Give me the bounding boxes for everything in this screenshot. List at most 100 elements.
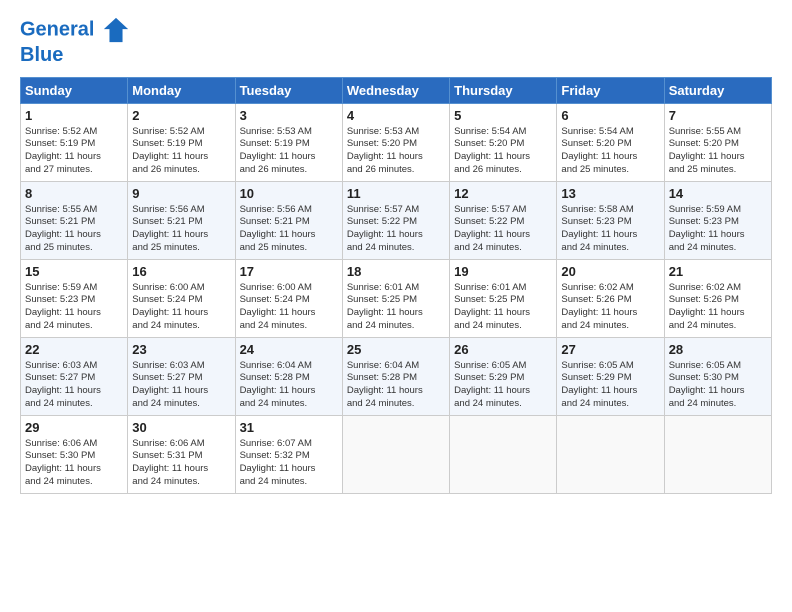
- day-number: 4: [347, 107, 445, 125]
- day-number: 9: [132, 185, 230, 203]
- cell-line: Daylight: 11 hours: [669, 307, 767, 320]
- cell-line: Sunset: 5:29 PM: [561, 372, 659, 385]
- cell-line: Daylight: 11 hours: [25, 307, 123, 320]
- calendar-cell: 1Sunrise: 5:52 AMSunset: 5:19 PMDaylight…: [21, 104, 128, 182]
- cell-line: and 24 minutes.: [561, 242, 659, 255]
- cell-line: Sunrise: 6:06 AM: [25, 438, 123, 451]
- cell-line: and 24 minutes.: [25, 476, 123, 489]
- day-number: 31: [240, 419, 338, 437]
- cell-line: Sunrise: 5:56 AM: [132, 204, 230, 217]
- calendar-cell: 28Sunrise: 6:05 AMSunset: 5:30 PMDayligh…: [664, 338, 771, 416]
- calendar-cell: 29Sunrise: 6:06 AMSunset: 5:30 PMDayligh…: [21, 416, 128, 494]
- cell-line: Sunset: 5:24 PM: [132, 294, 230, 307]
- calendar-cell: 5Sunrise: 5:54 AMSunset: 5:20 PMDaylight…: [450, 104, 557, 182]
- cell-line: Daylight: 11 hours: [347, 229, 445, 242]
- cell-line: and 24 minutes.: [25, 398, 123, 411]
- cell-line: Sunrise: 6:04 AM: [240, 360, 338, 373]
- cell-line: and 25 minutes.: [240, 242, 338, 255]
- calendar-cell: [342, 416, 449, 494]
- day-number: 25: [347, 341, 445, 359]
- cell-line: Sunrise: 6:04 AM: [347, 360, 445, 373]
- day-number: 6: [561, 107, 659, 125]
- cell-line: and 26 minutes.: [132, 164, 230, 177]
- cell-line: and 24 minutes.: [454, 320, 552, 333]
- day-number: 11: [347, 185, 445, 203]
- logo-icon: [102, 16, 130, 44]
- day-number: 16: [132, 263, 230, 281]
- cell-line: Sunrise: 5:57 AM: [454, 204, 552, 217]
- cell-line: Sunrise: 6:00 AM: [132, 282, 230, 295]
- cell-line: Daylight: 11 hours: [669, 229, 767, 242]
- calendar-cell: 25Sunrise: 6:04 AMSunset: 5:28 PMDayligh…: [342, 338, 449, 416]
- cell-line: and 24 minutes.: [132, 398, 230, 411]
- cell-line: and 24 minutes.: [669, 398, 767, 411]
- weekday-header-monday: Monday: [128, 78, 235, 104]
- cell-line: and 24 minutes.: [561, 320, 659, 333]
- cell-line: Daylight: 11 hours: [25, 385, 123, 398]
- cell-line: Sunrise: 5:55 AM: [669, 126, 767, 139]
- cell-line: Daylight: 11 hours: [669, 385, 767, 398]
- day-number: 21: [669, 263, 767, 281]
- calendar-cell: 24Sunrise: 6:04 AMSunset: 5:28 PMDayligh…: [235, 338, 342, 416]
- cell-line: Sunset: 5:30 PM: [669, 372, 767, 385]
- day-number: 26: [454, 341, 552, 359]
- cell-line: Sunrise: 5:59 AM: [25, 282, 123, 295]
- cell-line: Sunrise: 6:03 AM: [132, 360, 230, 373]
- cell-line: and 24 minutes.: [347, 398, 445, 411]
- cell-line: Daylight: 11 hours: [561, 229, 659, 242]
- cell-line: Sunset: 5:25 PM: [454, 294, 552, 307]
- cell-line: Sunset: 5:30 PM: [25, 450, 123, 463]
- cell-line: Sunrise: 6:00 AM: [240, 282, 338, 295]
- day-number: 17: [240, 263, 338, 281]
- cell-line: and 24 minutes.: [132, 320, 230, 333]
- cell-line: Sunset: 5:26 PM: [561, 294, 659, 307]
- calendar-table: SundayMondayTuesdayWednesdayThursdayFrid…: [20, 77, 772, 494]
- calendar-cell: 23Sunrise: 6:03 AMSunset: 5:27 PMDayligh…: [128, 338, 235, 416]
- weekday-header-sunday: Sunday: [21, 78, 128, 104]
- weekday-header-saturday: Saturday: [664, 78, 771, 104]
- calendar-cell: 21Sunrise: 6:02 AMSunset: 5:26 PMDayligh…: [664, 260, 771, 338]
- cell-line: Daylight: 11 hours: [454, 151, 552, 164]
- day-number: 3: [240, 107, 338, 125]
- cell-line: Sunset: 5:23 PM: [669, 216, 767, 229]
- cell-line: Daylight: 11 hours: [347, 307, 445, 320]
- calendar-cell: 10Sunrise: 5:56 AMSunset: 5:21 PMDayligh…: [235, 182, 342, 260]
- cell-line: Sunrise: 6:06 AM: [132, 438, 230, 451]
- cell-line: Sunrise: 5:53 AM: [240, 126, 338, 139]
- cell-line: Sunrise: 6:05 AM: [454, 360, 552, 373]
- cell-line: Sunset: 5:29 PM: [454, 372, 552, 385]
- page: General Blue SundayMondayTuesdayWednesda…: [0, 0, 792, 612]
- cell-line: Daylight: 11 hours: [25, 151, 123, 164]
- cell-line: Sunset: 5:25 PM: [347, 294, 445, 307]
- cell-line: and 25 minutes.: [561, 164, 659, 177]
- cell-line: Sunset: 5:23 PM: [25, 294, 123, 307]
- cell-line: Sunrise: 5:52 AM: [25, 126, 123, 139]
- day-number: 12: [454, 185, 552, 203]
- header: General Blue: [20, 16, 772, 67]
- cell-line: and 24 minutes.: [454, 242, 552, 255]
- cell-line: Daylight: 11 hours: [454, 229, 552, 242]
- logo: General Blue: [20, 16, 130, 67]
- day-number: 29: [25, 419, 123, 437]
- cell-line: Daylight: 11 hours: [347, 385, 445, 398]
- cell-line: Daylight: 11 hours: [347, 151, 445, 164]
- cell-line: Sunset: 5:20 PM: [561, 138, 659, 151]
- day-number: 7: [669, 107, 767, 125]
- day-number: 28: [669, 341, 767, 359]
- cell-line: Sunset: 5:31 PM: [132, 450, 230, 463]
- day-number: 8: [25, 185, 123, 203]
- calendar-cell: [664, 416, 771, 494]
- cell-line: and 26 minutes.: [347, 164, 445, 177]
- day-number: 24: [240, 341, 338, 359]
- cell-line: Sunrise: 5:54 AM: [454, 126, 552, 139]
- cell-line: and 25 minutes.: [669, 164, 767, 177]
- weekday-header-wednesday: Wednesday: [342, 78, 449, 104]
- cell-line: and 26 minutes.: [454, 164, 552, 177]
- day-number: 20: [561, 263, 659, 281]
- cell-line: Sunset: 5:21 PM: [25, 216, 123, 229]
- day-number: 23: [132, 341, 230, 359]
- cell-line: Sunset: 5:21 PM: [132, 216, 230, 229]
- cell-line: Sunrise: 5:54 AM: [561, 126, 659, 139]
- logo-blue: Blue: [20, 44, 130, 67]
- day-number: 1: [25, 107, 123, 125]
